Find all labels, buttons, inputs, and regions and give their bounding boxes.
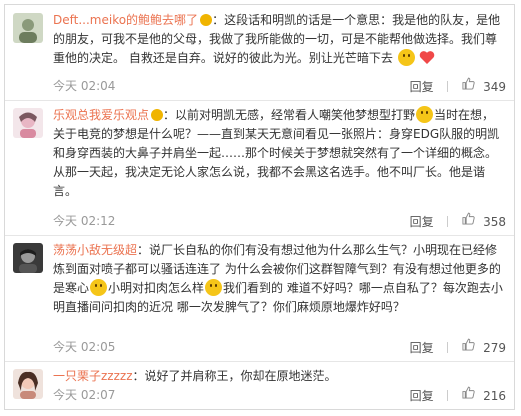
comment-item: 荡荡小敌无级超：说厂长自私的你们有没有想过他为什么那么生气？小明现在已经修炼到面… [5, 235, 514, 362]
colon-separator: ： [163, 108, 176, 122]
comment-username[interactable]: 一只栗子zzzzz [53, 369, 133, 383]
emoji-icon [205, 279, 223, 296]
thumbs-up-icon [462, 386, 475, 399]
comment-text: 说好了并肩称王，你却在原地迷茫。 [144, 369, 337, 383]
colon-separator: ： [132, 369, 145, 383]
divider [447, 342, 449, 353]
emoji-icon [416, 106, 434, 123]
comment-time: 今天 02:12 [53, 214, 116, 228]
reply-button[interactable]: 回复 [410, 386, 434, 406]
like-button[interactable]: 216 [462, 385, 506, 406]
comment-item: 乐观总我爱乐观点 ：以前对明凯无感，经常看人嘲笑他梦想型打野 当时在想，关于电竞的梦… [5, 100, 514, 236]
like-button[interactable]: 279 [462, 337, 506, 358]
reply-button[interactable]: 回复 [410, 212, 434, 232]
divider [447, 390, 449, 401]
like-count: 279 [483, 340, 506, 355]
reply-button[interactable]: 回复 [410, 77, 434, 97]
colon-separator: ： [212, 13, 225, 27]
emoji-icon [397, 49, 415, 66]
divider [447, 81, 449, 92]
thumbs-up-icon [462, 212, 475, 225]
comment-time: 今天 02:05 [53, 340, 116, 354]
user-badge-icon [200, 14, 213, 26]
comment-username[interactable]: 乐观总我爱乐观点 [53, 108, 149, 122]
comment-list: Deft...meiko的鲍鲍去哪了 ：这段话和明凯的话是一个意思：我是他的队友，… [4, 4, 515, 410]
like-count: 216 [483, 388, 506, 403]
like-count: 358 [483, 214, 506, 229]
avatar[interactable] [13, 243, 43, 273]
heart-icon [420, 51, 435, 64]
comment-text: 小明对扣肉怎么样 [108, 281, 205, 295]
divider [447, 216, 449, 227]
like-button[interactable]: 358 [462, 211, 506, 232]
comment-item: 一只栗子zzzzz：说好了并肩称王，你却在原地迷茫。 今天 02:07 回复 2… [5, 361, 514, 409]
thumbs-up-icon [462, 338, 475, 351]
like-count: 349 [483, 79, 506, 94]
comment-time: 今天 02:04 [53, 79, 116, 93]
comment-username[interactable]: Deft...meiko的鲍鲍去哪了 [53, 13, 198, 27]
reply-button[interactable]: 回复 [410, 338, 434, 358]
like-button[interactable]: 349 [462, 76, 506, 97]
user-badge-icon [151, 109, 164, 121]
avatar[interactable] [13, 369, 43, 399]
avatar[interactable] [13, 108, 43, 138]
colon-separator: ： [137, 243, 150, 257]
comment-username[interactable]: 荡荡小敌无级超 [53, 243, 137, 257]
comment-item: Deft...meiko的鲍鲍去哪了 ：这段话和明凯的话是一个意思：我是他的队友，… [5, 5, 514, 101]
emoji-icon [90, 279, 108, 296]
thumbs-up-icon [462, 77, 475, 90]
avatar[interactable] [13, 13, 43, 43]
comment-text: 以前对明凯无感，经常看人嘲笑他梦想型打野 [175, 108, 416, 122]
comment-time: 今天 02:07 [53, 388, 116, 402]
